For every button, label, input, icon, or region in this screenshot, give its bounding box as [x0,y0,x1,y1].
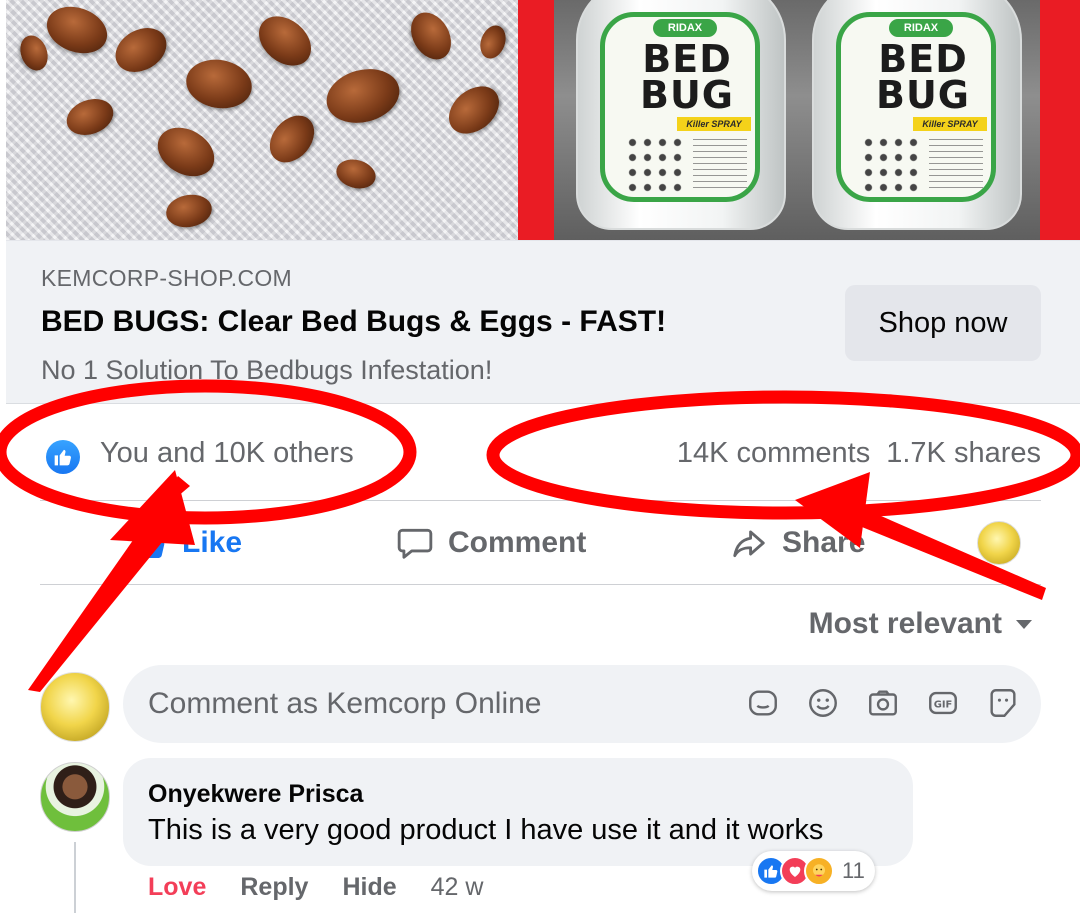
reaction-count[interactable]: You and 10K others [100,437,354,470]
like-label: Like [182,526,243,559]
comment-hide-button[interactable]: Hide [342,873,396,902]
comment-icon [397,528,433,559]
commenter-avatar[interactable] [40,762,110,832]
comment-text: This is a very good product I have use i… [148,814,824,846]
comment-reactions[interactable]: 11 [752,851,875,891]
gif-icon[interactable]: GIF [925,685,961,721]
link-domain: KEMCORP-SHOP.COM [41,265,293,291]
comment-button[interactable]: Comment [396,521,586,565]
post-action-bar: Like Comment Share [40,500,1041,585]
comment-label: Comment [448,526,587,559]
comments-count[interactable]: 14K comments [677,437,870,470]
care-reaction-icon [804,856,834,886]
share-button[interactable]: Share [730,521,865,565]
like-reaction-icon[interactable] [46,440,80,474]
comment-author[interactable]: Onyekwere Prisca [148,780,363,809]
spray-bottle: RIDAX BED BUG Killer SPRAY [576,0,786,230]
sticker-icon[interactable] [745,685,781,721]
avatar[interactable] [40,672,110,742]
comment-composer: GIF [123,665,1041,743]
comment-bubble: Onyekwere Prisca This is a very good pro… [123,758,913,866]
shares-count[interactable]: 1.7K shares [886,437,1041,470]
spray-bottle: RIDAX BED BUG Killer SPRAY [812,0,1022,230]
sort-label: Most relevant [808,607,1002,640]
engagement-stats: 14K comments 1.7K shares [677,437,1041,470]
comment-reaction-count: 11 [842,858,865,883]
comment-timestamp[interactable]: 42 w [431,873,484,902]
thread-line [74,842,76,913]
caret-down-icon [1016,620,1032,629]
camera-icon[interactable] [865,685,901,721]
emoji-icon[interactable] [805,685,841,721]
shop-now-button[interactable]: Shop now [845,285,1041,361]
share-label: Share [782,526,866,559]
shelf-background: RIDAX BED BUG Killer SPRAY RIDAX BED BUG… [554,0,1040,240]
comment-sort-dropdown[interactable]: Most relevant [809,607,1034,641]
ad-image[interactable]: RIDAX BED BUG Killer SPRAY RIDAX BED BUG… [6,0,1080,240]
link-preview-card[interactable]: KEMCORP-SHOP.COM BED BUGS: Clear Bed Bug… [6,240,1080,404]
comment-actions: Love Reply Hide 42 w [148,873,483,902]
avatar-sticker-icon[interactable] [985,685,1021,721]
link-description: No 1 Solution To Bedbugs Infestation! [41,355,493,385]
share-icon [733,530,765,558]
comment-input[interactable] [148,681,708,727]
svg-text:GIF: GIF [934,699,953,710]
page-avatar-selector[interactable] [977,521,1021,565]
reaction-summary-bar: You and 10K others 14K comments 1.7K sha… [0,405,1080,500]
comment-reply-button[interactable]: Reply [240,873,308,902]
bed-bugs-photo [6,0,518,240]
like-button[interactable]: Like [132,521,242,565]
comment-love-button[interactable]: Love [148,873,206,902]
link-headline[interactable]: BED BUGS: Clear Bed Bugs & Eggs - FAST! [41,305,666,339]
thumbs-up-icon [135,530,165,558]
